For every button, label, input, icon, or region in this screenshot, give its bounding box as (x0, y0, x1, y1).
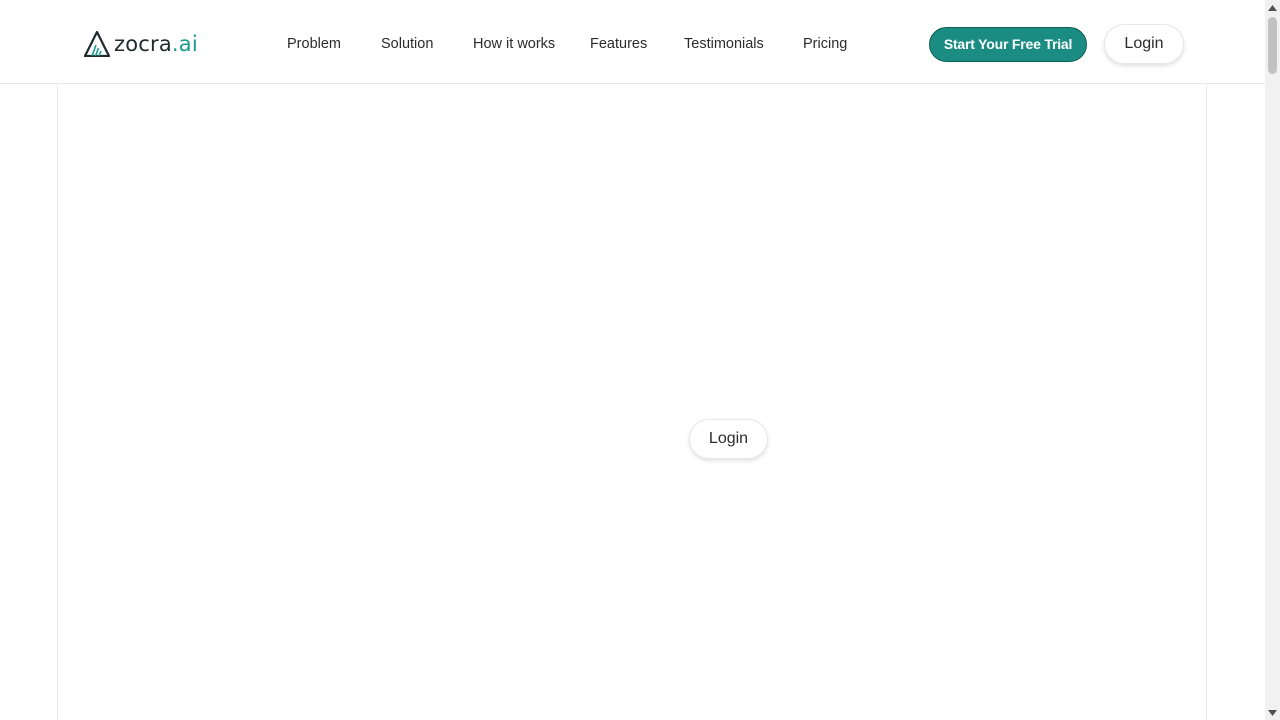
scrollbar-thumb[interactable] (1268, 17, 1277, 74)
scroll-down-arrow-icon[interactable] (1265, 705, 1280, 720)
nav-item-pricing[interactable]: Pricing (803, 34, 847, 54)
triangle-chart-logo-icon (84, 31, 110, 57)
nav-item-testimonials[interactable]: Testimonials (684, 34, 764, 54)
nav-item-problem[interactable]: Problem (287, 34, 341, 54)
site-header: zocra.ai Problem Solution How it works F… (0, 0, 1265, 84)
brand-name-main: zocra (114, 31, 172, 56)
header-login-button[interactable]: Login (1104, 24, 1184, 64)
page-container (57, 0, 1207, 720)
scroll-up-arrow-icon[interactable] (1265, 0, 1280, 15)
vertical-scrollbar[interactable] (1265, 0, 1280, 720)
brand-logo[interactable]: zocra.ai (84, 30, 198, 58)
center-login-button[interactable]: Login (689, 419, 768, 459)
nav-item-features[interactable]: Features (590, 34, 647, 54)
nav-item-solution[interactable]: Solution (381, 34, 433, 54)
browser-viewport: zocra.ai Problem Solution How it works F… (0, 0, 1280, 720)
brand-name-accent: .ai (171, 31, 198, 56)
brand-name: zocra.ai (114, 31, 198, 56)
nav-item-how-it-works[interactable]: How it works (473, 34, 555, 54)
start-free-trial-button[interactable]: Start Your Free Trial (929, 27, 1087, 62)
